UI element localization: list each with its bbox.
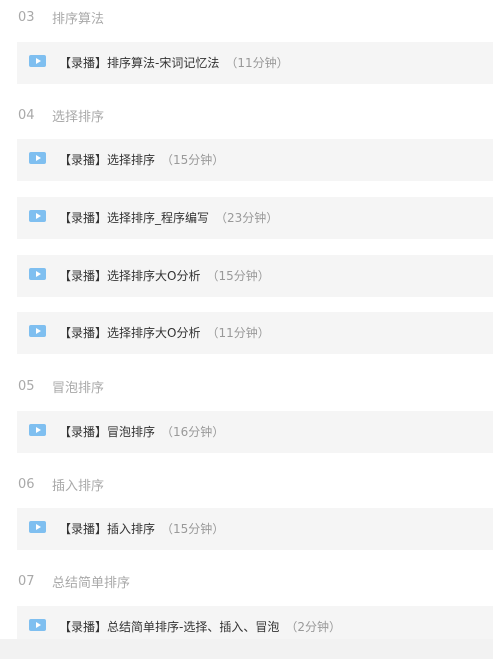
video-play-icon	[29, 55, 46, 67]
chapter-header: 06 插入排序	[0, 472, 493, 496]
chapter-title: 排序算法	[52, 11, 105, 27]
lesson-item[interactable]: 【录播】选择排序大O分析 （11分钟）	[17, 312, 493, 354]
lesson-item[interactable]: 【录播】插入排序 （15分钟）	[17, 508, 493, 550]
video-play-icon	[29, 210, 46, 222]
lesson-duration: （16分钟）	[161, 425, 225, 439]
lesson-title: 排序算法-宋词记忆法	[107, 56, 220, 70]
chapter-05: 05 冒泡排序	[0, 374, 493, 398]
lesson-tag: 【录播】	[59, 425, 108, 439]
chapter-title: 插入排序	[52, 478, 105, 494]
lesson-item[interactable]: 【录播】选择排序大O分析 （15分钟）	[17, 255, 493, 297]
chapter-number: 07	[18, 573, 35, 589]
lesson-title: 插入排序	[107, 522, 156, 536]
lesson-item[interactable]: 【录播】选择排序_程序编写 （23分钟）	[17, 197, 493, 239]
chapter-03: 03 排序算法	[0, 5, 493, 29]
lesson-text: 【录播】排序算法-宋词记忆法 （11分钟）	[59, 42, 289, 84]
lesson-duration: （2分钟）	[285, 620, 341, 634]
video-play-icon	[29, 325, 46, 337]
lesson-item[interactable]: 【录播】冒泡排序 （16分钟）	[17, 411, 493, 453]
lesson-item[interactable]: 【录播】排序算法-宋词记忆法 （11分钟）	[17, 42, 493, 84]
video-play-icon	[29, 152, 46, 164]
chapter-header: 04 选择排序	[0, 103, 493, 127]
lesson-tag: 【录播】	[59, 56, 108, 70]
lesson-text: 【录播】选择排序大O分析 （15分钟）	[59, 255, 270, 297]
chapter-number: 06	[18, 476, 35, 492]
lesson-title: 选择排序大O分析	[107, 269, 201, 283]
lesson-title: 选择排序大O分析	[107, 326, 201, 340]
chapter-title: 选择排序	[52, 109, 105, 125]
chapter-header: 03 排序算法	[0, 5, 493, 29]
lesson-tag: 【录播】	[59, 211, 108, 225]
lesson-duration: （15分钟）	[161, 522, 225, 536]
chapter-title: 总结简单排序	[52, 575, 131, 591]
lesson-text: 【录播】插入排序 （15分钟）	[59, 508, 224, 550]
lesson-item[interactable]: 【录播】选择排序 （15分钟）	[17, 139, 493, 181]
chapter-number: 05	[18, 378, 35, 394]
chapter-number: 04	[18, 107, 35, 123]
video-play-icon	[29, 521, 46, 533]
video-play-icon	[29, 619, 46, 631]
lesson-title: 总结简单排序-选择、插入、冒泡	[107, 620, 280, 634]
chapter-number: 03	[18, 9, 35, 25]
chapter-06: 06 插入排序	[0, 472, 493, 496]
chapter-title: 冒泡排序	[52, 380, 105, 396]
chapter-header: 07 总结简单排序	[0, 569, 493, 593]
lesson-text: 【录播】冒泡排序 （16分钟）	[59, 411, 224, 453]
lesson-tag: 【录播】	[59, 153, 108, 167]
chapter-04: 04 选择排序	[0, 103, 493, 127]
video-play-icon	[29, 424, 46, 436]
lesson-duration: （15分钟）	[161, 153, 225, 167]
lesson-duration: （11分钟）	[225, 56, 289, 70]
lesson-tag: 【录播】	[59, 269, 108, 283]
video-play-icon	[29, 268, 46, 280]
chapter-07: 07 总结简单排序	[0, 569, 493, 593]
lesson-tag: 【录播】	[59, 620, 108, 634]
bottom-bar	[0, 639, 493, 659]
lesson-title: 选择排序_程序编写	[107, 211, 210, 225]
lesson-duration: （23分钟）	[215, 211, 279, 225]
lesson-duration: （15分钟）	[206, 269, 270, 283]
lesson-title: 选择排序	[107, 153, 156, 167]
lesson-text: 【录播】选择排序大O分析 （11分钟）	[59, 312, 270, 354]
lesson-tag: 【录播】	[59, 522, 108, 536]
lesson-text: 【录播】选择排序_程序编写 （23分钟）	[59, 197, 278, 239]
lesson-duration: （11分钟）	[206, 326, 270, 340]
lesson-title: 冒泡排序	[107, 425, 156, 439]
chapter-header: 05 冒泡排序	[0, 374, 493, 398]
lesson-text: 【录播】选择排序 （15分钟）	[59, 139, 224, 181]
lesson-tag: 【录播】	[59, 326, 108, 340]
